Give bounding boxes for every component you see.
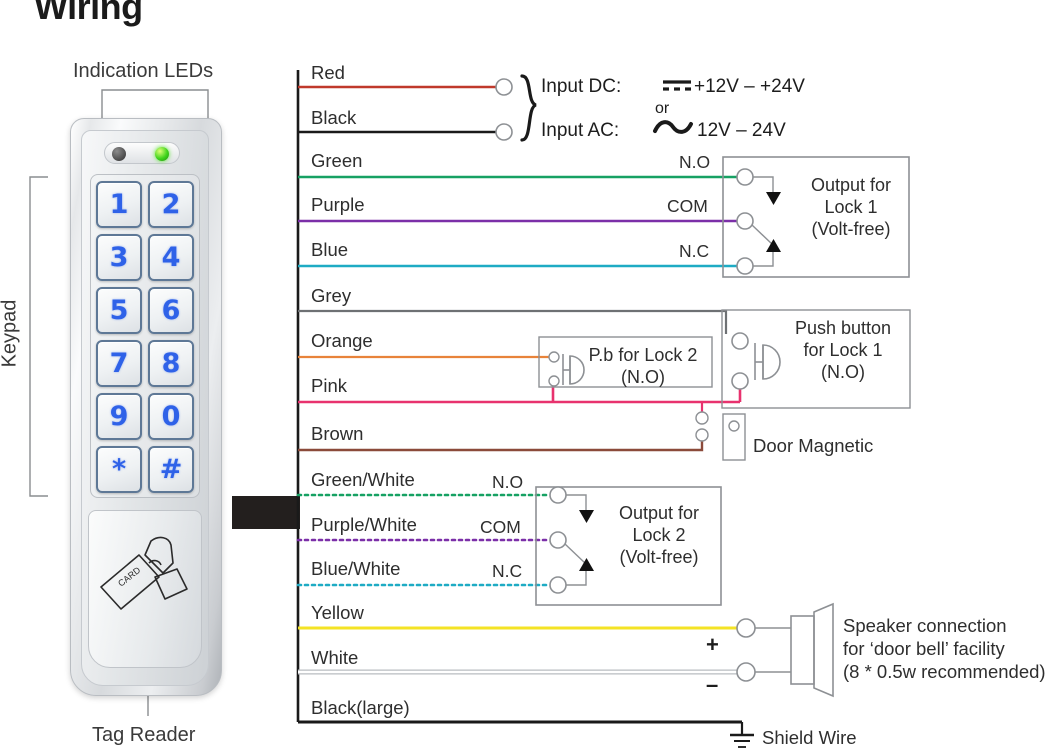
- lock2-box-line3: (Volt-free): [619, 546, 699, 567]
- lock1-link-nc: [753, 250, 774, 267]
- speaker-plus-sign: +: [706, 632, 719, 657]
- lock1-box-line3: (Volt-free): [811, 218, 891, 239]
- lock1-box-line1: Output for: [810, 175, 892, 195]
- door-magnetic-terminal-bottom: [695, 428, 709, 442]
- wire-label-brown: Brown: [311, 423, 364, 444]
- speaker-minus-sign: –: [706, 672, 719, 697]
- wire-label-blue: Blue: [311, 239, 349, 260]
- lock2-box-line2: Lock 2: [632, 524, 686, 545]
- speaker-cone-icon: [813, 602, 834, 698]
- lock1-label-no: N.O: [679, 152, 711, 172]
- wire-label-pink: Pink: [311, 375, 347, 396]
- lock1-link-com: [751, 224, 774, 246]
- terminal-black: [495, 123, 513, 141]
- shield-wire-label: Shield Wire: [762, 727, 857, 748]
- terminal-red: [495, 78, 513, 96]
- input-ac-value: 12V – 24V: [697, 120, 786, 141]
- wire-label-white: White: [311, 647, 359, 668]
- wire-label-red: Red: [311, 62, 345, 83]
- pb-lock2-line1: P.b for Lock 2: [588, 345, 698, 365]
- wire-label-grey: Grey: [311, 285, 352, 306]
- wire-label-yellow: Yellow: [311, 602, 364, 623]
- speaker-terminal-positive: [736, 618, 756, 638]
- input-ac-label: Input AC:: [541, 120, 620, 141]
- pb-lock1-terminal-top: [731, 332, 749, 350]
- pb-lock1-line1: Push button: [794, 318, 892, 338]
- pb-lock2-line2: (N.O): [621, 366, 665, 387]
- door-magnetic-dot-icon: [728, 420, 740, 432]
- wire-label-green: Green: [311, 150, 363, 171]
- lock2-link-no: [566, 494, 587, 512]
- speaker-magnet: [790, 615, 815, 685]
- lock1-arrow-down-icon: [766, 192, 781, 205]
- pb-lock2-terminal-bottom: [548, 375, 560, 387]
- pb-lock1-button-icon: [754, 343, 781, 380]
- wiring-diagram-page: Wiring Indication LEDs Keypad Tag Reader…: [0, 0, 1060, 754]
- pb-lock1-terminal-bottom: [731, 372, 749, 390]
- lock2-link-nc: [566, 569, 587, 586]
- power-brace: [520, 74, 537, 142]
- lock1-terminal-no: [736, 168, 754, 186]
- lock2-arrow-down-icon: [579, 510, 594, 523]
- wire-label-orange: Orange: [311, 330, 373, 351]
- lock1-terminal-nc: [736, 257, 754, 275]
- wire-label-black-large: Black(large): [311, 697, 410, 718]
- speaker-desc-line2: for ‘door bell’ facility: [843, 638, 1005, 660]
- lock1-box-line2: Lock 1: [824, 196, 878, 217]
- ac-symbol-icon: [653, 120, 693, 134]
- input-or-label: or: [655, 100, 670, 117]
- lock2-link-com: [564, 543, 587, 565]
- lock2-label-no: N.O: [492, 472, 524, 492]
- lock2-box-line1: Output for: [618, 503, 700, 523]
- lock2-terminal-com: [549, 531, 567, 549]
- lock1-link-no: [753, 176, 774, 194]
- door-magnetic-terminal-top: [695, 411, 709, 425]
- pb-lock1-line2: for Lock 1: [803, 339, 883, 360]
- door-magnetic-label: Door Magnetic: [753, 435, 874, 456]
- wire-label-purple-white: Purple/White: [311, 514, 417, 535]
- lock2-terminal-no: [549, 486, 567, 504]
- lock2-label-com: COM: [480, 517, 521, 537]
- lock1-terminal-com: [736, 212, 754, 230]
- wire-label-purple: Purple: [311, 194, 365, 215]
- wire-label-green-white: Green/White: [311, 469, 415, 490]
- input-dc-label: Input DC:: [541, 76, 622, 97]
- lock1-label-com: COM: [667, 196, 708, 216]
- speaker-terminal-negative: [736, 662, 756, 682]
- speaker-desc-line3: (8 * 0.5w recommended): [843, 661, 1046, 683]
- wire-label-blue-white: Blue/White: [311, 558, 401, 579]
- lock2-label-nc: N.C: [492, 561, 523, 581]
- pb-lock1-line3: (N.O): [821, 361, 865, 382]
- pb-lock2-terminal-top: [548, 351, 560, 363]
- dc-symbol-icon: [663, 80, 691, 91]
- lock2-terminal-nc: [549, 576, 567, 594]
- input-dc-value: +12V – +24V: [694, 76, 805, 97]
- wire-label-black: Black: [311, 107, 357, 128]
- lock1-label-nc: N.C: [679, 241, 710, 261]
- speaker-desc-line1: Speaker connection: [843, 615, 1007, 636]
